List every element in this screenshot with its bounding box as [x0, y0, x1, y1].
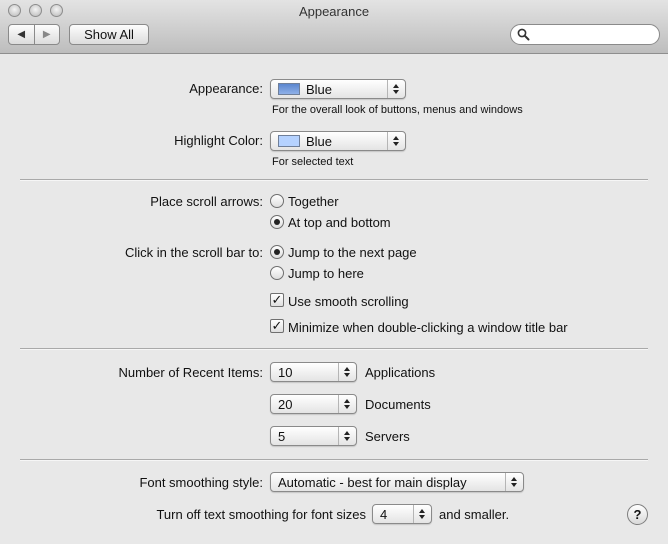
- recent-servers-value: 5: [278, 429, 286, 444]
- scroll-arrows-label: Place scroll arrows:: [150, 194, 263, 209]
- recent-documents-popup[interactable]: 20: [270, 394, 357, 414]
- appearance-help-text: For the overall look of buttons, menus a…: [272, 104, 523, 116]
- preferences-window: Appearance ◀ ▶ Show All Appearance: Blue…: [0, 0, 668, 544]
- show-all-button[interactable]: Show All: [69, 24, 149, 45]
- minimize-double-click-label[interactable]: Minimize when double-clicking a window t…: [288, 320, 568, 335]
- highlight-color-popup[interactable]: Blue: [270, 131, 406, 151]
- popup-arrows-icon: [505, 473, 523, 491]
- radio-top-and-bottom-label[interactable]: At top and bottom: [288, 215, 391, 230]
- search-input[interactable]: [533, 27, 653, 42]
- back-button[interactable]: ◀: [9, 25, 34, 44]
- recent-servers-unit: Servers: [365, 429, 410, 444]
- help-button[interactable]: ?: [627, 504, 648, 525]
- back-arrow-icon: ◀: [17, 29, 26, 40]
- highlight-help-text: For selected text: [272, 156, 354, 168]
- recent-documents-unit: Documents: [365, 397, 431, 412]
- recent-items-label: Number of Recent Items:: [118, 365, 264, 380]
- forward-button[interactable]: ▶: [33, 25, 60, 44]
- help-icon: ?: [633, 507, 642, 522]
- popup-arrows-icon: [338, 427, 356, 445]
- radio-top-and-bottom[interactable]: [270, 215, 284, 229]
- font-smoothing-popup[interactable]: Automatic - best for main display: [270, 472, 524, 492]
- radio-jump-next-page[interactable]: [270, 245, 284, 259]
- recent-documents-value: 20: [278, 397, 293, 412]
- section-divider: [20, 179, 648, 181]
- highlight-color-swatch: [278, 135, 300, 147]
- radio-together-label[interactable]: Together: [288, 194, 339, 209]
- appearance-color-swatch: [278, 83, 300, 95]
- popup-arrows-icon: [338, 363, 356, 381]
- appearance-popup[interactable]: Blue: [270, 79, 406, 99]
- text-smoothing-size-popup[interactable]: 4: [372, 504, 432, 524]
- search-icon: [517, 28, 530, 41]
- popup-arrows-icon: [338, 395, 356, 413]
- radio-jump-here[interactable]: [270, 266, 284, 280]
- recent-applications-unit: Applications: [365, 365, 436, 380]
- section-divider: [20, 459, 648, 461]
- highlight-color-label: Highlight Color:: [174, 133, 263, 148]
- font-smoothing-value: Automatic - best for main display: [278, 475, 467, 490]
- appearance-label: Appearance:: [189, 81, 263, 96]
- recent-applications-value: 10: [278, 365, 293, 380]
- minimize-double-click-checkbox[interactable]: ✓: [270, 319, 284, 333]
- popup-arrows-icon: [387, 80, 405, 98]
- scroll-click-label: Click in the scroll bar to:: [125, 245, 263, 260]
- radio-jump-here-label[interactable]: Jump to here: [288, 266, 364, 281]
- appearance-value: Blue: [306, 82, 333, 97]
- text-smoothing-size-value: 4: [380, 507, 388, 522]
- font-smoothing-label: Font smoothing style:: [139, 475, 263, 490]
- smooth-scrolling-checkbox[interactable]: ✓: [270, 293, 284, 307]
- section-divider: [20, 348, 648, 350]
- forward-arrow-icon: ▶: [42, 29, 51, 40]
- text-smoothing-suffix: and smaller.: [439, 507, 510, 522]
- popup-arrows-icon: [413, 505, 431, 523]
- radio-together[interactable]: [270, 194, 284, 208]
- popup-arrows-icon: [387, 132, 405, 150]
- title-bar: Appearance ◀ ▶ Show All: [0, 0, 668, 54]
- navigation-buttons: ◀ ▶: [8, 24, 60, 45]
- highlight-color-value: Blue: [306, 134, 333, 149]
- window-title: Appearance: [298, 4, 370, 19]
- radio-jump-next-page-label[interactable]: Jump to the next page: [288, 245, 417, 260]
- recent-servers-popup[interactable]: 5: [270, 426, 357, 446]
- text-smoothing-label: Turn off text smoothing for font sizes: [156, 507, 366, 522]
- smooth-scrolling-label[interactable]: Use smooth scrolling: [288, 294, 409, 309]
- search-field[interactable]: [510, 24, 660, 45]
- recent-applications-popup[interactable]: 10: [270, 362, 357, 382]
